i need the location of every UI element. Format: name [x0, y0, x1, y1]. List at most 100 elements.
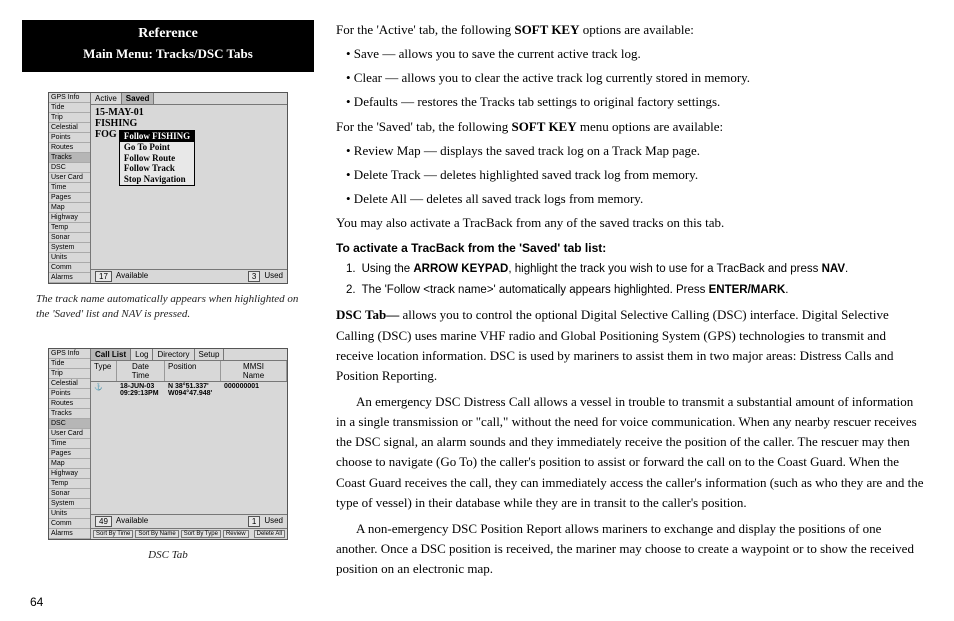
fig2-tab: Tide	[49, 359, 90, 369]
fig1-nav-menu: Follow FISHING Go To Point Follow Route …	[119, 130, 195, 186]
fig2-tab: Temp	[49, 479, 90, 489]
fig1-tab-selected: Tracks	[49, 153, 90, 163]
fig2-tab: Highway	[49, 469, 90, 479]
fig2-tab: Comm	[49, 519, 90, 529]
para-dsc-tab: DSC Tab— allows you to control the optio…	[336, 305, 926, 386]
fig2-row-pos1: N 38°51.337'	[168, 383, 218, 390]
fig2-tab: Trip	[49, 369, 90, 379]
fig2-row-mmsi: 000000001	[221, 383, 287, 397]
fig1-tab: Comm	[49, 263, 90, 273]
fig2-tab: Alarms	[49, 529, 90, 539]
fig2-tab: Points	[49, 389, 90, 399]
bullet-clear: • Clear — allows you to clear the active…	[346, 68, 926, 88]
fig2-tab: Map	[49, 459, 90, 469]
para-tracback-note: You may also activate a TracBack from an…	[336, 213, 926, 233]
fig2-col-mmsi: MMSI	[224, 362, 283, 371]
fig2-btn: Sort By Time	[93, 530, 133, 538]
fig2-tab: User Card	[49, 429, 90, 439]
fig2-btn: Delete All	[254, 530, 285, 538]
fig1-menu-item: Follow Track	[120, 163, 194, 174]
fig1-avail-label: Available	[116, 271, 148, 282]
fig2-col-name: Name	[224, 371, 283, 380]
para-nonemergency: A non-emergency DSC Position Report allo…	[336, 519, 926, 579]
fig1-tab: Map	[49, 203, 90, 213]
fig1-avail-count: 17	[95, 271, 112, 282]
fig2-tab: Celestial	[49, 379, 90, 389]
main-text: For the 'Active' tab, the following SOFT…	[336, 20, 926, 611]
fig1-menu-item: Stop Navigation	[120, 174, 194, 185]
para-emergency: An emergency DSC Distress Call allows a …	[336, 392, 926, 513]
fig1-subtab-saved: Saved	[122, 93, 155, 104]
fig2-tab: GPS Info	[49, 349, 90, 359]
fig2-tab: Units	[49, 509, 90, 519]
fig2-subtab: Directory	[153, 349, 194, 360]
fig2-tab: Routes	[49, 399, 90, 409]
fig1-tab: Time	[49, 183, 90, 193]
header-title: Reference	[26, 26, 310, 42]
fig1-tab: System	[49, 243, 90, 253]
fig1-tab: Units	[49, 253, 90, 263]
fig2-tab: Tracks	[49, 409, 90, 419]
fig2-btn: Sort By Type	[181, 530, 221, 538]
fig2-subtab: Log	[131, 349, 153, 360]
fig1-used-count: 3	[248, 271, 260, 282]
fig1-track: FISHING	[95, 118, 283, 129]
fig1-used-label: Used	[264, 271, 283, 282]
fig1-tab: Alarms	[49, 273, 90, 283]
left-column: Reference Main Menu: Tracks/DSC Tabs GPS…	[28, 20, 308, 611]
fig1-menu-item: Follow FISHING	[120, 131, 194, 142]
subhead-tracback: To activate a TracBack from the 'Saved' …	[336, 239, 926, 258]
bullet-deleteall: • Delete All — deletes all saved track l…	[346, 189, 926, 209]
fig1-tab: Trip	[49, 113, 90, 123]
fig2-subtab: Setup	[195, 349, 225, 360]
fig2-tab: Sonar	[49, 489, 90, 499]
para-saved-intro: For the 'Saved' tab, the following SOFT …	[336, 117, 926, 137]
fig2-used-count: 1	[248, 516, 260, 527]
fig2-col-date: Date	[120, 362, 161, 371]
header-subtitle: Main Menu: Tracks/DSC Tabs	[26, 46, 310, 62]
fig2-avail-label: Available	[116, 516, 148, 527]
fig1-tab: Sonar	[49, 233, 90, 243]
fig1-tab: Temp	[49, 223, 90, 233]
figure-tracks-tab: GPS Info Tide Trip Celestial Points Rout…	[48, 92, 288, 284]
fig2-row-date: 18-JUN-03	[120, 383, 162, 390]
fig2-tab: Time	[49, 439, 90, 449]
section-header: Reference Main Menu: Tracks/DSC Tabs	[22, 20, 314, 72]
fig1-tab: Highway	[49, 213, 90, 223]
fig2-tab-selected: DSC	[49, 419, 90, 429]
page-number: 64	[30, 595, 43, 609]
fig1-sidebar: GPS Info Tide Trip Celestial Points Rout…	[49, 93, 91, 283]
fig2-col-type: Type	[91, 361, 117, 381]
fig2-btn: Review	[223, 530, 249, 538]
fig1-tab: Points	[49, 133, 90, 143]
fig2-avail-count: 49	[95, 516, 112, 527]
fig1-menu-item: Follow Route	[120, 153, 194, 164]
fig1-tab: Celestial	[49, 123, 90, 133]
bullet-reviewmap: • Review Map — displays the saved track …	[346, 141, 926, 161]
fig1-menu-item: Go To Point	[120, 142, 194, 153]
figure2-caption: DSC Tab	[36, 548, 300, 563]
step-1: 1.Using the ARROW KEYPAD, highlight the …	[346, 261, 926, 279]
fig2-used-label: Used	[264, 516, 283, 527]
fig1-tab: User Card	[49, 173, 90, 183]
fig1-subtab-active: Active	[91, 93, 122, 104]
fig1-tab: Tide	[49, 103, 90, 113]
fig2-sidebar: GPS Info Tide Trip Celestial Points Rout…	[49, 349, 91, 539]
step-2: 2.The 'Follow <track name>' automaticall…	[346, 282, 926, 300]
fig2-tab: Pages	[49, 449, 90, 459]
fig1-tab: GPS Info	[49, 93, 90, 103]
fig2-row-pos2: W094°47.948'	[168, 390, 218, 397]
bullet-defaults: • Defaults — restores the Tracks tab set…	[346, 92, 926, 112]
fig1-track: 15-MAY-01	[95, 107, 283, 118]
fig2-tab: System	[49, 499, 90, 509]
fig2-col-position: Position	[165, 361, 221, 381]
fig1-tab: Routes	[49, 143, 90, 153]
fig2-col-time: Time	[120, 371, 161, 380]
fig2-btn: Sort By Name	[135, 530, 178, 538]
bullet-deletetrack: • Delete Track — deletes highlighted sav…	[346, 165, 926, 185]
figure1-caption: The track name automatically appears whe…	[36, 292, 300, 322]
anchor-icon: ⚓	[91, 383, 117, 397]
fig1-track: FOG	[95, 129, 117, 140]
fig1-tab: Pages	[49, 193, 90, 203]
bullet-save: • Save — allows you to save the current …	[346, 44, 926, 64]
